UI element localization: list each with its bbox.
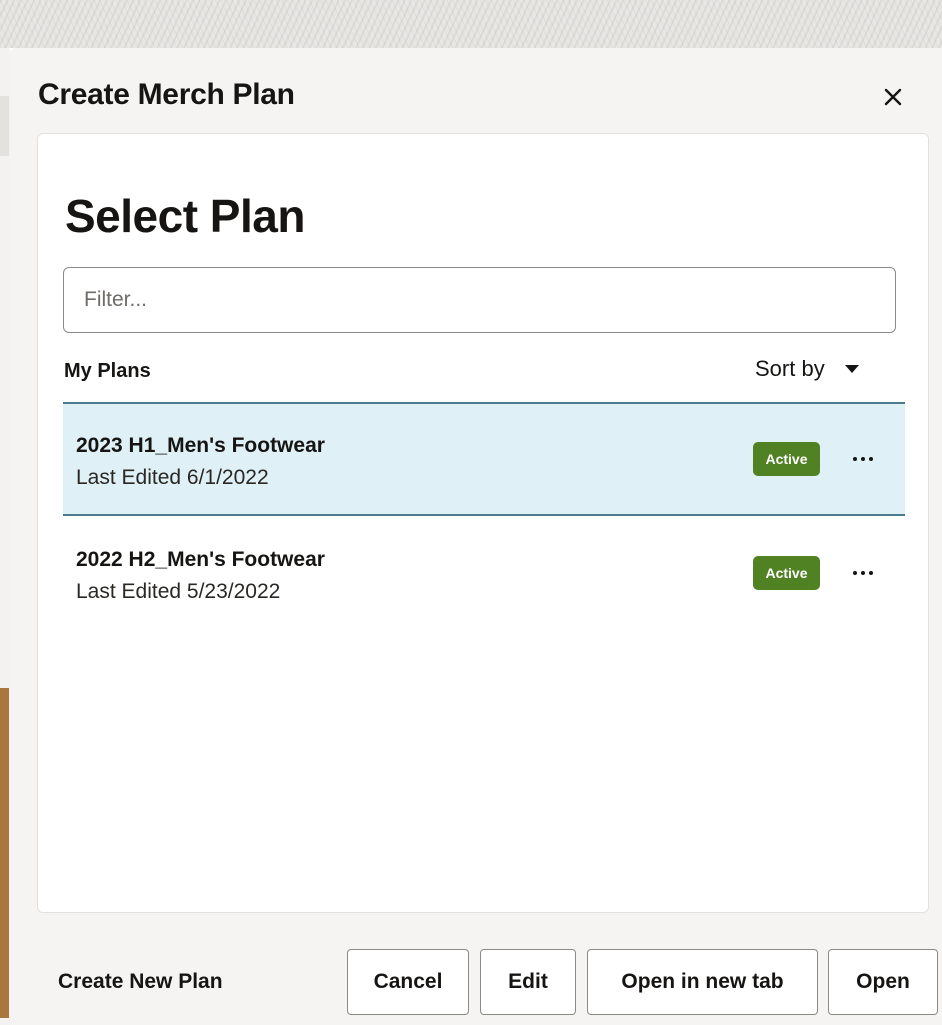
plan-last-edited: Last Edited 5/23/2022 [76,580,281,603]
plan-list-item[interactable]: 2023 H1_Men's Footwear Last Edited 6/1/2… [63,402,905,516]
more-actions-button[interactable] [843,442,883,476]
more-dot [861,457,865,461]
plan-last-edited: Last Edited 6/1/2022 [76,466,269,489]
status-badge: Active [753,442,820,476]
cancel-button[interactable]: Cancel [347,949,469,1015]
dialog-title: Create Merch Plan [38,78,295,111]
create-new-plan-link[interactable]: Create New Plan [58,970,223,994]
plan-name: 2023 H1_Men's Footwear [76,434,325,457]
my-plans-label: My Plans [64,360,151,382]
open-button[interactable]: Open [828,949,938,1015]
filter-input[interactable] [63,267,896,333]
plan-list-item[interactable]: 2022 H2_Men's Footwear Last Edited 5/23/… [63,518,905,632]
sort-by-dropdown[interactable]: Sort by [755,356,859,382]
sort-by-label: Sort by [755,356,825,381]
more-dot [853,457,857,461]
select-plan-panel: Select Plan My Plans Sort by 2023 H1_Men… [37,133,929,913]
background-strip [0,96,9,156]
background-image-strip [0,688,9,1018]
more-dot [869,457,873,461]
status-badge: Active [753,556,820,590]
caret-down-icon [844,365,859,373]
open-in-new-tab-button[interactable]: Open in new tab [587,949,818,1015]
edit-button[interactable]: Edit [480,949,576,1015]
background-texture [0,0,942,48]
more-dot [853,571,857,575]
background-page-edge [0,48,10,1025]
more-actions-button[interactable] [843,556,883,590]
create-merch-plan-dialog: Create Merch Plan Select Plan My Plans S… [10,48,942,1025]
panel-heading: Select Plan [65,190,305,242]
more-dot [869,571,873,575]
more-dot [861,571,865,575]
plan-name: 2022 H2_Men's Footwear [76,548,325,571]
close-button[interactable] [878,82,908,112]
close-icon [884,88,902,106]
